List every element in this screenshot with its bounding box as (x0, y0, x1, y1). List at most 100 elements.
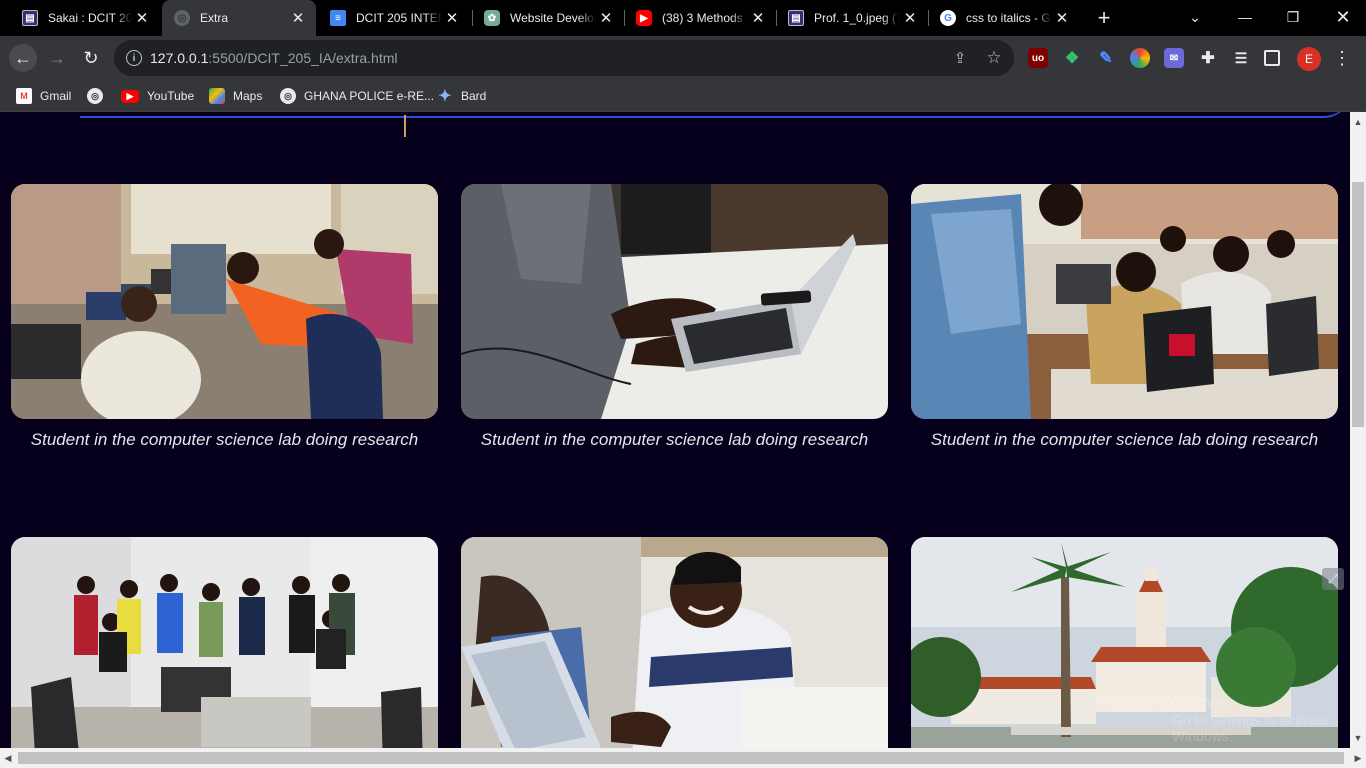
scroll-right-arrow-icon[interactable]: ▶ (1350, 750, 1366, 766)
group-photo-in-lab-image (11, 537, 438, 748)
horizontal-scroll-thumb[interactable] (18, 752, 1344, 764)
bookmark-maps[interactable]: Maps (209, 86, 262, 106)
tab-prof-image[interactable]: ▤ Prof. 1_0.jpeg (7 ✕ (776, 4, 928, 32)
globe-icon: ◎ (87, 88, 103, 104)
reload-button[interactable]: ↻ (77, 44, 105, 72)
bookmark-label: Bard (461, 89, 487, 103)
close-tab-icon[interactable]: ✕ (596, 8, 616, 28)
new-tab-button[interactable]: + (1092, 5, 1116, 30)
close-window-button[interactable]: ✕ (1320, 0, 1366, 34)
gallery-photo[interactable] (461, 537, 888, 748)
back-button[interactable]: ← (9, 44, 37, 72)
tab-dcit-205[interactable]: ≡ DCIT 205 INTERNET ✕ (318, 4, 470, 32)
share-icon[interactable]: ⇪ (950, 48, 970, 68)
header-border (80, 112, 1350, 118)
chatgpt-icon: ✿ (484, 10, 500, 26)
close-tab-icon[interactable]: ✕ (132, 8, 152, 28)
close-tab-icon[interactable]: ✕ (288, 8, 308, 28)
browser-menu-icon[interactable]: ⋮ (1333, 48, 1351, 68)
gallery-photo[interactable] (11, 184, 438, 419)
color-picker-extension-icon[interactable] (1130, 48, 1150, 68)
gallery-card: Student in the computer science lab doin… (11, 184, 438, 449)
tab-title: css to italics - G (966, 11, 1051, 25)
bookmark-label: Maps (233, 89, 263, 103)
extensions-puzzle-icon[interactable]: ✚ (1198, 48, 1218, 68)
bookmark-ghana-police[interactable]: ◎ GHANA POLICE e-RE... (280, 86, 434, 106)
gallery-photo[interactable] (11, 537, 438, 748)
bookmark-star-icon[interactable]: ☆ (984, 48, 1004, 68)
url-text[interactable]: 127.0.0.1:5500/DCIT_205_IA/extra.html (150, 50, 398, 66)
url-host: 127.0.0.1 (150, 50, 209, 66)
scroll-up-arrow-icon[interactable]: ▲ (1350, 114, 1366, 130)
page-viewport: Student in the computer science lab doin… (0, 112, 1350, 748)
youtube-icon: ▶ (121, 89, 139, 103)
url-path: :5500/DCIT_205_IA/extra.html (208, 50, 398, 66)
maps-icon (209, 88, 225, 104)
bookmark-gmail[interactable]: M Gmail (16, 86, 71, 106)
bookmark-globe[interactable]: ◎ (87, 86, 111, 106)
tab-title: Website Development (510, 11, 596, 25)
bookmark-bard[interactable]: ✦ Bard (437, 86, 486, 106)
bookmark-youtube[interactable]: ▶ YouTube (121, 86, 194, 106)
horizontal-scrollbar[interactable]: ◀ ▶ (0, 748, 1366, 768)
activate-windows-title: Activate Windows (1100, 694, 1227, 711)
browser-toolbar: ← → ↻ i 127.0.0.1:5500/DCIT_205_IA/extra… (0, 36, 1366, 80)
side-panel-icon[interactable] (1264, 50, 1280, 66)
profile-avatar[interactable]: E (1297, 47, 1321, 71)
tab-title: Prof. 1_0.jpeg (7 (814, 11, 900, 25)
scroll-down-arrow-icon[interactable]: ▼ (1350, 730, 1366, 746)
tab-title: DCIT 205 INTERNET (356, 11, 442, 25)
text-cursor (404, 115, 406, 137)
google-icon: G (940, 10, 956, 26)
close-tab-icon[interactable]: ✕ (1052, 8, 1072, 28)
photo-caption: Student in the computer science lab doin… (930, 430, 1319, 449)
bard-sparkle-icon: ✦ (438, 88, 452, 105)
tab-sakai[interactable]: ▤ Sakai : DCIT 201 ✕ (10, 4, 160, 32)
tab-title: Extra (200, 11, 229, 25)
tab-strip: ▤ Sakai : DCIT 201 ✕ ◎ Extra ✕ ≡ DCIT 20… (0, 0, 1366, 36)
minimize-button[interactable]: — (1222, 0, 1268, 34)
address-bar[interactable]: i 127.0.0.1:5500/DCIT_205_IA/extra.html … (114, 40, 1014, 76)
forward-button[interactable]: → (43, 44, 71, 72)
activate-windows-subtitle: Go to Settings to activate Windows. (1172, 712, 1329, 744)
globe-icon: ◎ (174, 10, 190, 26)
close-tab-icon[interactable]: ✕ (442, 8, 462, 28)
tab-title: (38) 3 Methods (662, 11, 743, 25)
youtube-icon: ▶ (636, 10, 652, 26)
bookmark-label: YouTube (147, 89, 195, 103)
tab-search-chevron-icon[interactable]: ⌄ (1172, 0, 1218, 34)
tab-youtube[interactable]: ▶ (38) 3 Methods ✕ (624, 4, 776, 32)
gallery-card: Student in the computer science lab doin… (461, 184, 888, 449)
gallery-card (461, 537, 888, 748)
extension-mail-icon[interactable]: ✉ (1164, 48, 1184, 68)
extension-pen-icon[interactable]: ✎ (1096, 48, 1116, 68)
ublock-origin-icon[interactable]: uo (1028, 48, 1048, 68)
tab-extra[interactable]: ◎ Extra ✕ (162, 0, 316, 36)
sakai-icon: ▤ (22, 10, 38, 26)
gallery-photo[interactable] (911, 184, 1338, 419)
extension-leaf-icon[interactable]: ❖ (1062, 48, 1082, 68)
restore-button[interactable]: ❐ (1270, 0, 1316, 34)
sakai-icon: ▤ (788, 10, 804, 26)
scroll-left-arrow-icon[interactable]: ◀ (0, 750, 16, 766)
gallery-photo[interactable] (461, 184, 888, 419)
vertical-scrollbar[interactable]: ▲ ▼ (1350, 112, 1366, 748)
tab-title: Sakai : DCIT 201 (48, 11, 132, 25)
gmail-icon: M (16, 88, 32, 104)
close-tab-icon[interactable]: ✕ (900, 8, 920, 28)
gallery-card: Student in the computer science lab doin… (911, 184, 1338, 449)
students-in-computer-lab-image (11, 184, 438, 419)
vertical-scroll-thumb[interactable] (1352, 182, 1364, 427)
bookmark-label: Gmail (40, 89, 72, 103)
photo-caption: Student in the computer science lab doin… (480, 430, 869, 449)
docs-icon: ≡ (330, 10, 346, 26)
tab-google-search[interactable]: G css to italics - G ✕ (928, 4, 1080, 32)
student-helping-at-laptops-image (911, 184, 1338, 419)
floating-expand-icon[interactable]: ⤢ (1322, 568, 1344, 590)
reading-list-icon[interactable]: ☰ (1231, 48, 1251, 68)
bookmarks-bar: M Gmail ◎ ▶ YouTube Maps ◎ GHANA POLICE … (0, 80, 1366, 112)
close-tab-icon[interactable]: ✕ (748, 8, 768, 28)
site-info-icon[interactable]: i (126, 50, 142, 66)
tab-website-development[interactable]: ✿ Website Development ✕ (472, 4, 624, 32)
globe-icon: ◎ (280, 88, 296, 104)
